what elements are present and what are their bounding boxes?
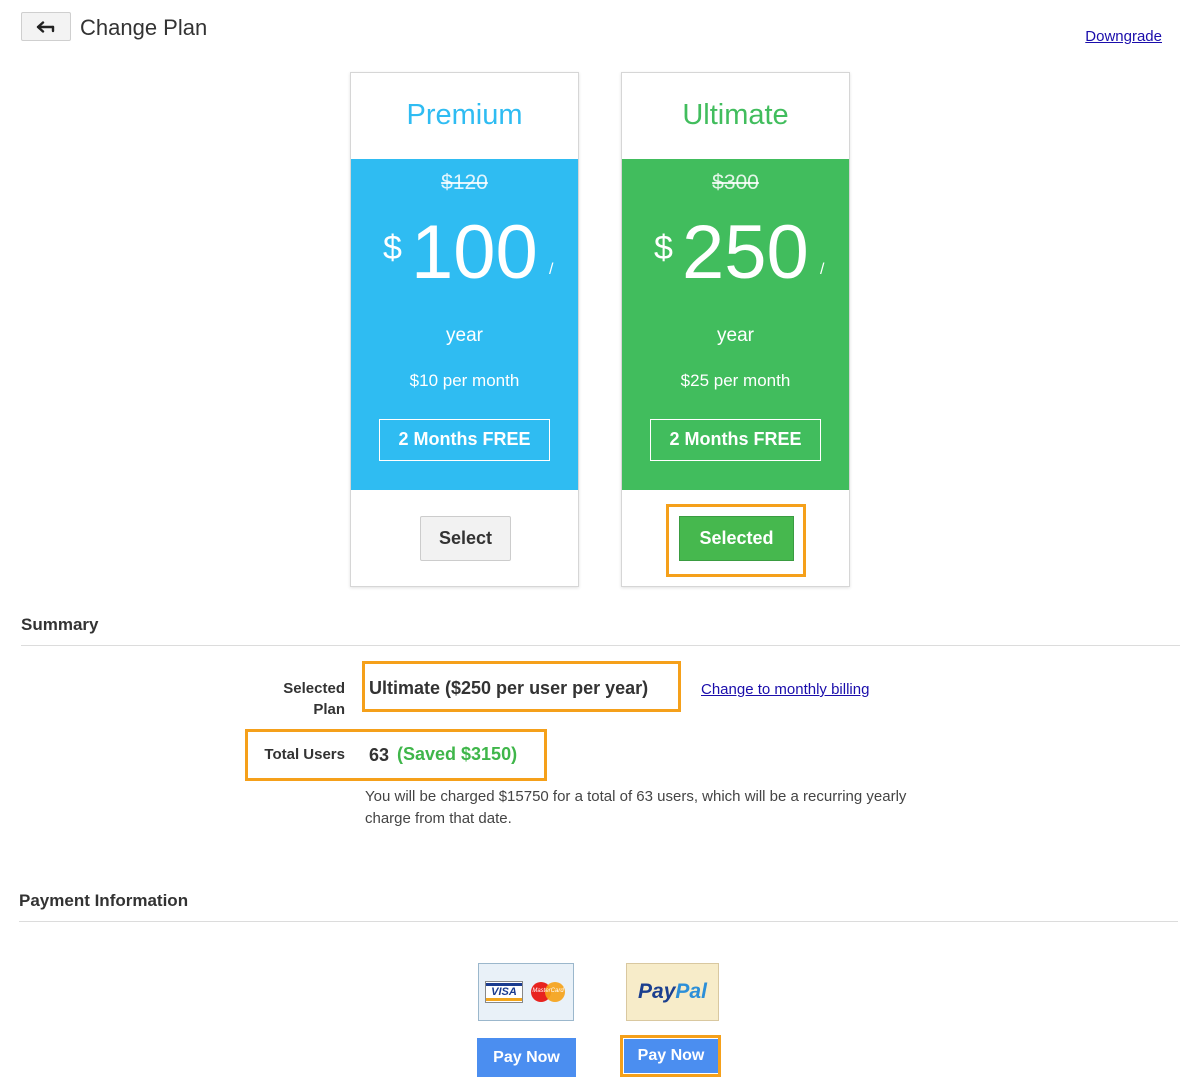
selected-plan-label-line2: Plan — [313, 701, 345, 718]
visa-icon: VISA — [485, 981, 523, 1003]
plan-currency: $ — [654, 229, 673, 267]
card-payment-logo[interactable]: VISA MasterCard — [478, 963, 574, 1021]
paypal-pay-now-button[interactable]: Pay Now — [624, 1039, 718, 1073]
summary-divider — [21, 645, 1180, 646]
plan-price-band: $300 $ 250 / year $25 per month 2 Months… — [622, 159, 849, 490]
paypal-logo-pal: Pal — [675, 980, 707, 1003]
page-title: Change Plan — [80, 15, 208, 40]
summary-title: Summary — [21, 615, 99, 634]
plan-price: $ 100 / — [351, 213, 578, 293]
select-premium-button[interactable]: Select — [420, 516, 511, 561]
plan-period: year — [717, 325, 754, 346]
charge-note: You will be charged $15750 for a total o… — [365, 788, 907, 827]
plan-name: Ultimate — [682, 99, 789, 131]
paypal-logo-pay: Pay — [638, 980, 676, 1003]
mastercard-icon: MasterCard — [529, 981, 567, 1003]
plan-slash: / — [820, 261, 825, 278]
plan-old-price: $300 — [712, 171, 759, 194]
plan-period: year — [446, 325, 483, 346]
plan-price: $ 250 / — [622, 213, 849, 293]
plan-monthly-price: $25 per month — [680, 371, 791, 390]
selected-ultimate-button[interactable]: Selected — [679, 516, 794, 561]
total-users-value: 63 — [369, 745, 390, 765]
plan-promo-badge: 2 Months FREE — [379, 419, 550, 461]
plan-name: Premium — [406, 99, 523, 131]
plan-card-ultimate: Ultimate $300 $ 250 / year $25 per month… — [621, 72, 850, 587]
visa-text: VISA — [491, 986, 517, 998]
change-to-monthly-billing-link[interactable]: Change to monthly billing — [701, 681, 869, 698]
saved-amount: (Saved $3150) — [397, 744, 518, 764]
plan-price-band: $120 $ 100 / year $10 per month 2 Months… — [351, 159, 578, 490]
back-arrow-icon — [36, 20, 55, 33]
paypal-logo[interactable]: Pay Pal — [626, 963, 719, 1021]
plan-currency: $ — [383, 229, 402, 267]
plan-promo-badge: 2 Months FREE — [650, 419, 821, 461]
total-users-label: Total Users — [264, 746, 345, 763]
plan-monthly-price: $10 per month — [409, 371, 520, 390]
selected-plan-label-line1: Selected — [283, 680, 345, 697]
mastercard-text: MasterCard — [532, 988, 564, 994]
plan-slash: / — [549, 261, 554, 278]
card-pay-now-button[interactable]: Pay Now — [477, 1038, 576, 1077]
back-button[interactable] — [21, 12, 71, 41]
payment-divider — [19, 921, 1178, 922]
payment-title: Payment Information — [19, 891, 189, 910]
selected-plan-label: Selected Plan — [230, 678, 345, 720]
plan-amount: 100 — [411, 210, 538, 295]
downgrade-link[interactable]: Downgrade — [1085, 28, 1162, 45]
plan-old-price: $120 — [441, 171, 488, 194]
plan-amount: 250 — [682, 210, 809, 295]
selected-plan-value: Ultimate ($250 per user per year) — [369, 678, 649, 698]
plan-card-premium: Premium $120 $ 100 / year $10 per month … — [350, 72, 579, 587]
